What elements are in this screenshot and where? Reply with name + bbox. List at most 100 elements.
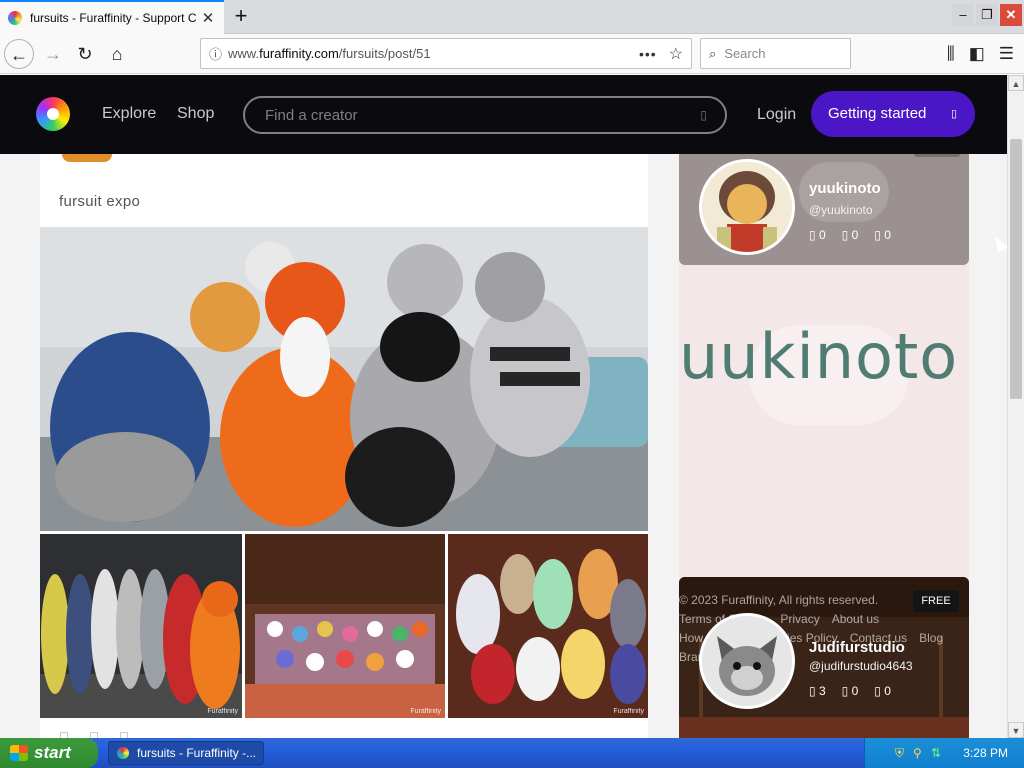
bookmark-star-icon[interactable]: ☆ (669, 44, 683, 64)
security-shield-icon[interactable]: ⛨ (895, 746, 904, 761)
clock[interactable]: 3:28 PM (963, 746, 1008, 760)
url-bar[interactable]: ⓘ www.furaffinity.com/fursuits/post/51 •… (200, 38, 692, 69)
scroll-up-arrow-icon[interactable]: ▲ (1008, 75, 1024, 91)
start-button[interactable]: start (0, 738, 98, 768)
tab-title: fursuits - Furaffinity - Support Cre (30, 11, 196, 25)
back-button[interactable]: ← (4, 39, 34, 69)
creator-name[interactable]: Judifurstudio (809, 639, 905, 656)
login-link[interactable]: Login (757, 106, 796, 124)
stat-value: 0 (884, 228, 891, 242)
post-thumbnail-photo[interactable]: Furaffinity (245, 534, 445, 718)
url-prefix: www. (228, 46, 260, 61)
window-close-button[interactable]: ✕ (1000, 4, 1022, 26)
forward-button[interactable]: → (38, 39, 68, 69)
taskbar-window-button[interactable]: fursuits - Furaffinity -... (108, 741, 264, 765)
page-actions-icon[interactable]: ••• (639, 46, 657, 62)
banner-text: uukinoto (679, 320, 959, 393)
stat-followers: ▯ 0 (842, 228, 859, 242)
creator-handle: @judifurstudio4643 (809, 659, 913, 673)
tab-close-icon[interactable]: ✕ (200, 9, 216, 27)
author-avatar-partial[interactable] (62, 154, 112, 162)
hamburger-menu-icon[interactable]: ☰ (999, 44, 1014, 64)
find-creator-input[interactable]: Find a creator ▯ (243, 96, 727, 134)
creator-name[interactable]: yuukinoto (809, 180, 881, 197)
footer-link-privacy[interactable]: Privacy (780, 610, 819, 629)
stat-icon: ▯ (841, 684, 849, 698)
search-icon: ⌕ (709, 45, 717, 61)
stat-value: 3 (818, 684, 826, 698)
library-icon[interactable]: ⫼ (947, 44, 955, 64)
search-tray-icon[interactable]: ⚲ (913, 746, 922, 760)
reload-button[interactable]: ↻ (70, 39, 100, 69)
photo-watermark: Furaffinity (207, 708, 238, 715)
creator-stats: ▯ 0 ▯ 0 ▯ 0 (809, 228, 891, 242)
stat-likes: ▯ 0 (874, 684, 891, 698)
network-icon[interactable]: ⇅ (931, 746, 941, 760)
scrollbar-thumb[interactable] (1010, 139, 1022, 399)
site-info-icon[interactable]: ⓘ (209, 44, 222, 63)
browser-tab-strip: fursuits - Furaffinity - Support Cre ✕ +… (0, 0, 1024, 34)
url-path: /fursuits/post/51 (338, 46, 431, 61)
post-thumbnail-photo[interactable]: Furaffinity (448, 534, 648, 718)
window-controls: – ❐ ✕ (952, 4, 1022, 26)
post-main-photo[interactable] (40, 227, 648, 531)
scroll-down-arrow-icon[interactable]: ▼ (1008, 722, 1024, 738)
restore-button[interactable]: ❐ (976, 4, 998, 26)
creator-avatar[interactable] (699, 159, 795, 255)
getting-started-label: Getting started (828, 105, 927, 122)
minimize-button[interactable]: – (952, 4, 974, 26)
copyright-text: © 2023 Furaffinity, All rights reserved. (679, 593, 879, 607)
yuukinoto-avatar-art (702, 162, 792, 252)
nav-shop-link[interactable]: Shop (177, 105, 214, 123)
browser-toolbar-right: ⫼ ◧ ☰ (947, 44, 1014, 64)
nav-explore-link[interactable]: Explore (102, 105, 156, 123)
home-button[interactable]: ⌂ (102, 39, 132, 69)
browser-app-icon (117, 747, 129, 759)
windows-logo-icon (10, 745, 28, 761)
stat-followers: ▯ 0 (842, 684, 859, 698)
search-submit-icon[interactable]: ▯ (700, 108, 707, 122)
thumbnail-crowd-photo (448, 534, 648, 718)
stat-posts: ▯ 3 (809, 684, 826, 698)
browser-nav-toolbar: ← → ↻ ⌂ ⓘ www.furaffinity.com/fursuits/p… (0, 34, 1024, 74)
arrow-icon: ▯ (950, 108, 957, 120)
system-tray: ⛨ ⚲ ⇅ 3:28 PM (864, 738, 1024, 768)
stat-value: 0 (851, 684, 859, 698)
browser-search-field[interactable]: ⌕ Search (700, 38, 851, 69)
creator-stats: ▯ 3 ▯ 0 ▯ 0 (809, 684, 891, 698)
stat-value: 0 (818, 228, 826, 242)
stat-icon: ▯ (841, 228, 849, 242)
card-badge-partial (914, 154, 960, 157)
os-taskbar: start fursuits - Furaffinity -... ▭ ⛨ ⚲ … (0, 738, 1024, 768)
browser-search-placeholder: Search (724, 46, 766, 61)
furaffinity-logo-icon[interactable] (36, 97, 70, 131)
stat-posts: ▯ 0 (809, 228, 826, 242)
stat-icon: ▯ (809, 228, 816, 242)
photo-watermark: Furaffinity (613, 708, 644, 715)
mouse-cursor-icon (989, 233, 1007, 253)
page-scrollbar[interactable]: ▲ ▼ (1007, 75, 1024, 738)
url-domain: furaffinity.com (259, 46, 339, 61)
post-thumbnail-photo[interactable]: Furaffinity (40, 534, 242, 718)
site-favicon-icon (8, 11, 22, 25)
group-fursuit-photo (40, 227, 648, 531)
stat-value: 0 (884, 684, 891, 698)
stat-value: 0 (851, 228, 859, 242)
thumbnail-lineup-photo (40, 534, 242, 718)
browser-tab-active[interactable]: fursuits - Furaffinity - Support Cre ✕ (0, 0, 224, 34)
creator-handle: @yuukinoto (809, 203, 873, 217)
photo-watermark: Furaffinity (410, 708, 441, 715)
footer-link-about[interactable]: About us (832, 610, 879, 629)
getting-started-button[interactable]: Getting started ▯ (811, 91, 975, 137)
site-header: Explore Shop Find a creator ▯ Login Gett… (0, 75, 1007, 154)
thumbnail-group-photo (245, 534, 445, 718)
stat-icon: ▯ (809, 684, 816, 698)
new-tab-button[interactable]: + (228, 4, 254, 30)
creator-avatar[interactable] (699, 613, 795, 709)
stat-likes: ▯ 0 (874, 228, 891, 242)
footer-link-blog[interactable]: Blog (919, 629, 943, 648)
find-creator-placeholder: Find a creator (265, 107, 358, 124)
post-caption: fursuit expo (59, 193, 141, 210)
url-text[interactable]: www.furaffinity.com/fursuits/post/51 (228, 46, 639, 61)
sidebar-toggle-icon[interactable]: ◧ (969, 44, 985, 64)
